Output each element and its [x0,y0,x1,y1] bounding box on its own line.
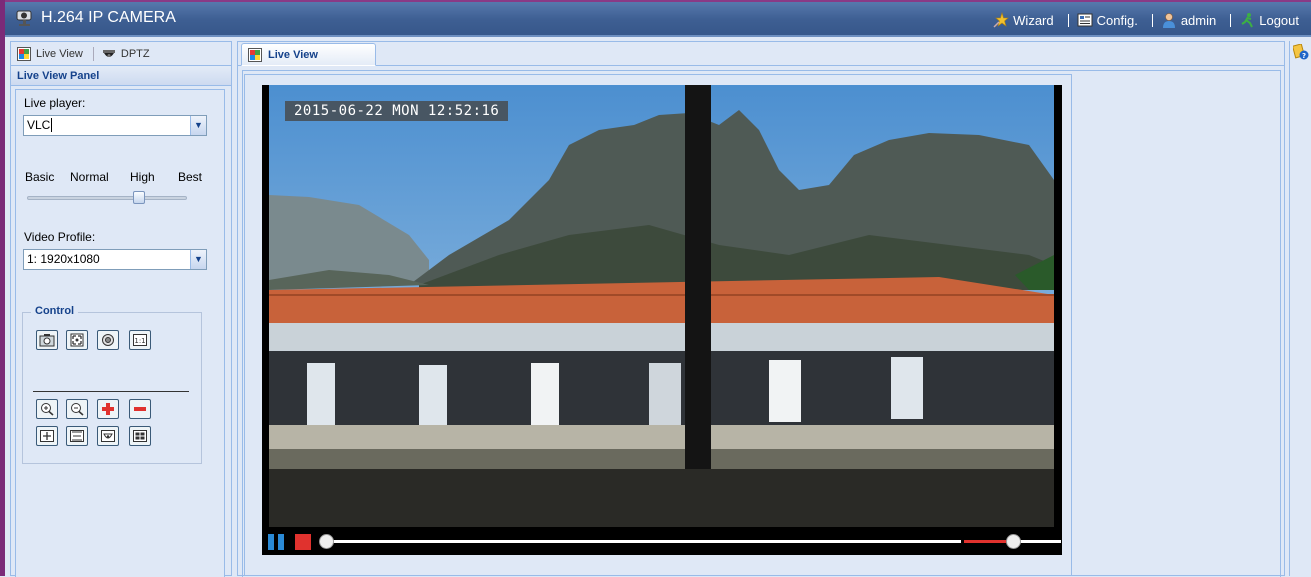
nav-separator [1230,13,1232,27]
pause-button[interactable] [268,534,284,550]
quality-slider-thumb[interactable] [133,191,145,204]
quality-high-label: High [130,170,155,184]
admin-link[interactable]: admin [1161,12,1216,28]
wizard-star-icon [993,12,1009,28]
zoom-in-icon [41,403,54,416]
video-timestamp: 2015-06-22 MON 12:52:16 [285,101,509,121]
add-button[interactable] [97,399,119,419]
remove-button[interactable] [129,399,151,419]
volume-handle[interactable] [1005,534,1021,549]
seek-handle[interactable] [319,534,334,549]
seek-bar[interactable] [324,540,961,543]
config-label: Config. [1096,12,1138,28]
snapshot-camera-icon [39,334,55,347]
tab-live-view-label: Live View [268,48,318,61]
pause-icon [278,534,284,550]
record-icon [102,334,114,346]
logout-icon [1241,13,1254,28]
config-link[interactable]: Config. [1077,12,1138,28]
live-player-select[interactable]: VLC ▼ [23,115,207,136]
video-container: 2015-06-22 MON 12:52:16 [244,74,1072,576]
quality-normal-label: Normal [70,170,109,184]
dome-view-icon [101,430,115,442]
sidebar-tab-live-view[interactable]: Live View [17,46,83,61]
fullscreen-icon [70,333,84,347]
zoom-in-button[interactable] [36,399,58,419]
svg-text:?: ? [1302,52,1306,60]
live-view-icon [17,46,31,61]
panel-title: Live View Panel [11,66,231,86]
expand-button[interactable] [36,426,58,446]
main-content: 2015-06-22 MON 12:52:16 [242,70,1281,577]
expand-icon [40,430,54,442]
control-legend: Control [31,305,79,317]
live-view-icon [248,47,262,62]
nav-separator [1067,13,1069,27]
wizard-label: Wizard [1013,12,1054,28]
dome-camera-icon [102,49,115,57]
wizard-link[interactable]: Wizard [993,12,1054,28]
header-bar: H.264 IP CAMERA Wizard Config. admin Log… [0,0,1311,37]
record-button[interactable] [97,330,119,350]
logout-label: Logout [1259,12,1299,28]
live-player-label: Live player: [24,96,86,110]
fullscreen-button[interactable] [66,330,88,350]
collapse-icon [70,430,84,442]
player-controls [262,527,1062,555]
tab-live-view[interactable]: Live View [241,43,376,66]
user-icon [1162,13,1175,28]
original-size-button[interactable]: 1:1 [129,330,151,350]
dome-view-button[interactable] [97,426,119,446]
quality-basic-label: Basic [25,170,55,184]
main-tabstrip: Live View [238,42,1284,66]
quality-slider-track[interactable] [27,196,187,200]
admin-label: admin [1180,12,1217,28]
video-profile-select[interactable]: 1: 1920x1080 ▼ [23,249,207,270]
grid-view-icon [133,430,147,442]
zoom-out-button[interactable] [66,399,88,419]
control-group: Control 1:1 [22,305,202,464]
sidebar-tab-dptz-label: DPTZ [120,47,150,60]
top-nav: Wizard Config. admin Logout [985,12,1299,28]
live-view-panel: Live player: VLC ▼ Basic Normal High Bes… [15,89,225,577]
main-panel: Live View 2015-06-22 MON 12:52:16 [237,41,1285,577]
video-profile-label: Video Profile: [24,230,96,244]
tab-separator [92,46,94,61]
chevron-down-icon[interactable]: ▼ [190,250,206,269]
camera-feed-image [269,85,1054,527]
window-edge [0,0,1311,2]
snapshot-button[interactable] [36,330,58,350]
app-title: H.264 IP CAMERA [41,9,176,26]
pause-icon [268,534,274,550]
window-edge [0,0,5,576]
sidebar-tab-live-view-label: Live View [36,47,83,60]
collapse-button[interactable] [66,426,88,446]
nav-separator [1151,13,1153,27]
plus-red-icon [102,403,114,415]
chevron-down-icon[interactable]: ▼ [190,116,206,135]
sidebar: Live View DPTZ Live View Panel Live play… [10,41,232,577]
live-player-value: VLC [27,118,51,132]
stop-button[interactable] [295,534,311,550]
grid-view-button[interactable] [129,426,151,446]
quality-best-label: Best [178,170,203,184]
sidebar-tabs: Live View DPTZ [11,42,231,66]
right-sidebar: ? [1289,41,1311,576]
config-icon [1077,13,1093,27]
logout-link[interactable]: Logout [1239,12,1299,28]
video-profile-value: 1: 1920x1080 [27,252,100,266]
original-size-icon: 1:1 [133,334,147,346]
minus-red-icon [134,407,146,411]
video-player[interactable]: 2015-06-22 MON 12:52:16 [262,85,1062,555]
help-icon[interactable]: ? [1293,44,1309,60]
control-divider [33,391,189,392]
zoom-out-icon [71,403,84,416]
svg-text:1:1: 1:1 [134,337,145,345]
sidebar-tab-dptz[interactable]: DPTZ [102,47,150,61]
camera-logo-icon [16,10,32,26]
